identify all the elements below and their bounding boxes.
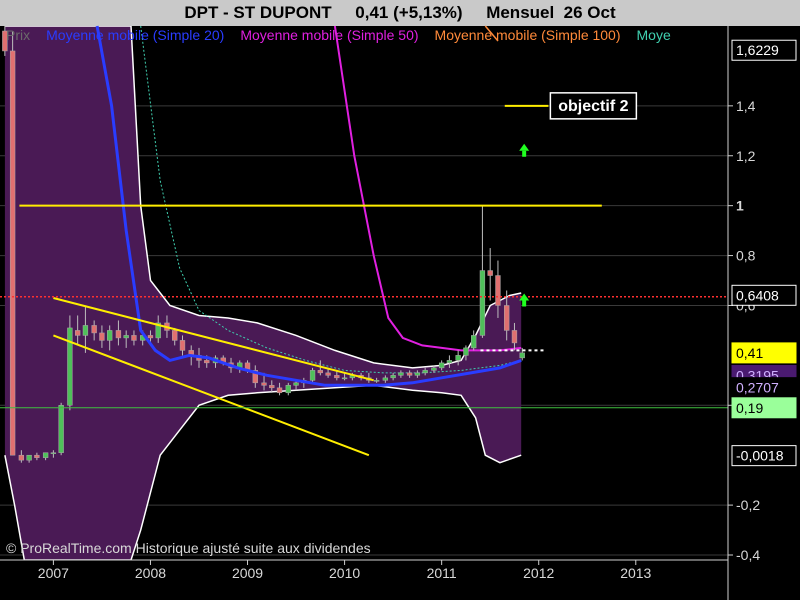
candle-body-46 <box>373 380 380 382</box>
x-tick-label-3: 2010 <box>329 565 360 581</box>
price-tag-label-6: -0,0018 <box>736 448 784 464</box>
candle-body-39 <box>317 370 323 374</box>
candle-body-5 <box>42 452 49 458</box>
chart-window: DPT - ST DUPONT 0,41 (+5,13%) Mensuel 26… <box>0 0 800 600</box>
candle-body-34 <box>276 387 283 394</box>
up-arrow-stem-0 <box>522 150 527 157</box>
y-tick-label-6: -0,2 <box>736 497 760 513</box>
candle-body-60 <box>487 270 493 276</box>
candle-body-59 <box>479 270 486 336</box>
x-tick-label-2: 2009 <box>232 565 263 581</box>
price-tag-label-1: 0,6408 <box>736 287 779 303</box>
y-tick-label-3: 0,8 <box>736 248 756 264</box>
x-tick-label-4: 2011 <box>427 565 457 581</box>
legend-item-3: Moyenne mobile (Simple 100) <box>435 27 621 43</box>
candle-body-13 <box>107 330 113 341</box>
candle-body-63 <box>511 330 518 344</box>
candle-body-3 <box>26 454 32 461</box>
candle-body-42 <box>341 377 348 380</box>
candle-body-16 <box>131 335 137 341</box>
price-chart[interactable]: objectif 2 Prix Moyenne mobile (Simple 20)… <box>0 0 800 600</box>
y-tick-label-1: 1,2 <box>736 148 756 164</box>
candle-body-2 <box>18 454 25 461</box>
candle-body-57 <box>463 347 469 356</box>
x-tick-label-6: 2013 <box>620 565 651 581</box>
objective-label: objectif 2 <box>558 98 628 115</box>
candle-body-50 <box>406 372 413 376</box>
candle-body-6 <box>50 452 57 454</box>
legend-item-1: Moyenne mobile (Simple 20) <box>46 27 224 43</box>
candle-body-8 <box>67 327 73 406</box>
price-tag-label-2: 0,41 <box>736 345 763 361</box>
candle-body-35 <box>285 385 291 394</box>
candle-body-56 <box>455 355 461 361</box>
x-tick-label-5: 2012 <box>523 565 554 581</box>
candle-body-4 <box>34 454 40 458</box>
candle-body-58 <box>471 335 477 349</box>
candle-body-47 <box>382 377 389 381</box>
candle-body-12 <box>99 332 105 341</box>
candle-body-32 <box>261 382 267 386</box>
candle-body-25 <box>204 360 210 364</box>
candle-body-9 <box>74 330 81 336</box>
candle-body-49 <box>398 372 404 376</box>
candle-body-36 <box>293 382 299 386</box>
legend-item-4: Moye <box>637 27 671 43</box>
y-tick-label-2: 1 <box>736 198 744 214</box>
candle-body-1 <box>9 50 16 456</box>
price-tag-label-5: 0,19 <box>736 400 763 416</box>
x-tick-label-1: 2008 <box>135 565 166 581</box>
legend-item-2: Moyenne mobile (Simple 50) <box>240 27 418 43</box>
candle-body-64 <box>519 352 525 359</box>
candle-body-51 <box>414 372 421 376</box>
y-tick-label-0: 1,4 <box>736 98 756 114</box>
x-tick-label-0: 2007 <box>38 565 69 581</box>
candle-body-52 <box>422 370 428 374</box>
candle-body-10 <box>82 325 89 336</box>
price-tag-label-4: 0,2707 <box>736 380 779 396</box>
candle-body-22 <box>179 340 186 351</box>
candle-body-7 <box>58 405 64 453</box>
copyright-notice: © ProRealTime.com Historique ajusté suit… <box>6 540 371 556</box>
legend-item-0: Prix <box>6 27 30 43</box>
candle-body-55 <box>446 360 453 364</box>
y-tick-label-7: -0,4 <box>736 547 760 563</box>
candle-body-15 <box>123 335 129 339</box>
candle-body-41 <box>334 375 340 379</box>
up-arrow-stem-1 <box>522 300 527 307</box>
candle-body-11 <box>91 325 97 334</box>
candle-body-33 <box>269 385 275 389</box>
candle-body-14 <box>115 330 122 339</box>
candle-body-48 <box>390 375 396 379</box>
candle-body-18 <box>147 335 154 339</box>
candle-body-21 <box>172 330 178 341</box>
candle-body-61 <box>495 275 501 306</box>
candle-body-53 <box>431 367 437 371</box>
candle-body-54 <box>438 362 445 369</box>
price-tag-label-0: 1,6229 <box>736 42 779 58</box>
candle-body-62 <box>504 305 510 331</box>
candle-body-38 <box>309 370 316 381</box>
candle-body-40 <box>325 372 331 376</box>
